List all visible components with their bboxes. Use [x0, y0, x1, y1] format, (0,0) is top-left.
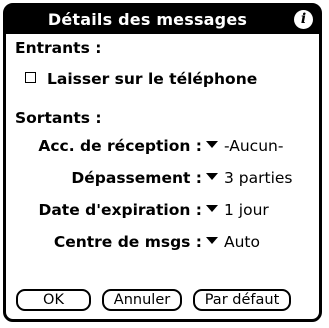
expiration-popup[interactable]: 1 jour [206, 201, 269, 219]
overflow-popup[interactable]: 3 parties [206, 169, 293, 187]
expiration-value: 1 jour [224, 201, 269, 219]
outgoing-heading: Sortants : [15, 109, 102, 127]
overflow-value: 3 parties [224, 169, 293, 187]
message-center-popup[interactable]: Auto [206, 233, 260, 251]
dialog-title: Détails des messages [47, 10, 248, 29]
checkbox-icon[interactable] [25, 72, 36, 83]
expiration-row: Date d'expiration : 1 jour [6, 200, 325, 222]
delivery-receipt-value: -Aucun- [224, 137, 284, 155]
triangle-down-icon [206, 141, 218, 148]
incoming-heading: Entrants : [15, 39, 102, 57]
info-icon[interactable]: i [294, 10, 313, 29]
delivery-receipt-popup[interactable]: -Aucun- [206, 137, 283, 155]
delivery-receipt-label: Acc. de réception : [38, 137, 202, 155]
title-bar: Détails des messages i [6, 6, 319, 34]
default-button[interactable]: Par défaut [193, 289, 291, 311]
message-details-dialog: Détails des messages i Entrants : Laisse… [3, 3, 322, 322]
overflow-label: Dépassement : [71, 169, 202, 187]
ok-button[interactable]: OK [16, 289, 91, 311]
triangle-down-icon [206, 205, 218, 212]
triangle-down-icon [206, 237, 218, 244]
triangle-down-icon [206, 173, 218, 180]
delivery-receipt-row: Acc. de réception : -Aucun- [6, 136, 325, 158]
expiration-label: Date d'expiration : [38, 201, 202, 219]
leave-on-phone-label: Laisser sur le téléphone [47, 70, 258, 88]
overflow-row: Dépassement : 3 parties [6, 168, 325, 190]
leave-on-phone-checkbox-row[interactable]: Laisser sur le téléphone [25, 70, 257, 88]
cancel-button[interactable]: Annuler [102, 289, 182, 311]
message-center-row: Centre de msgs : Auto [6, 232, 325, 254]
message-center-label: Centre de msgs : [53, 233, 202, 251]
message-center-value: Auto [224, 233, 260, 251]
